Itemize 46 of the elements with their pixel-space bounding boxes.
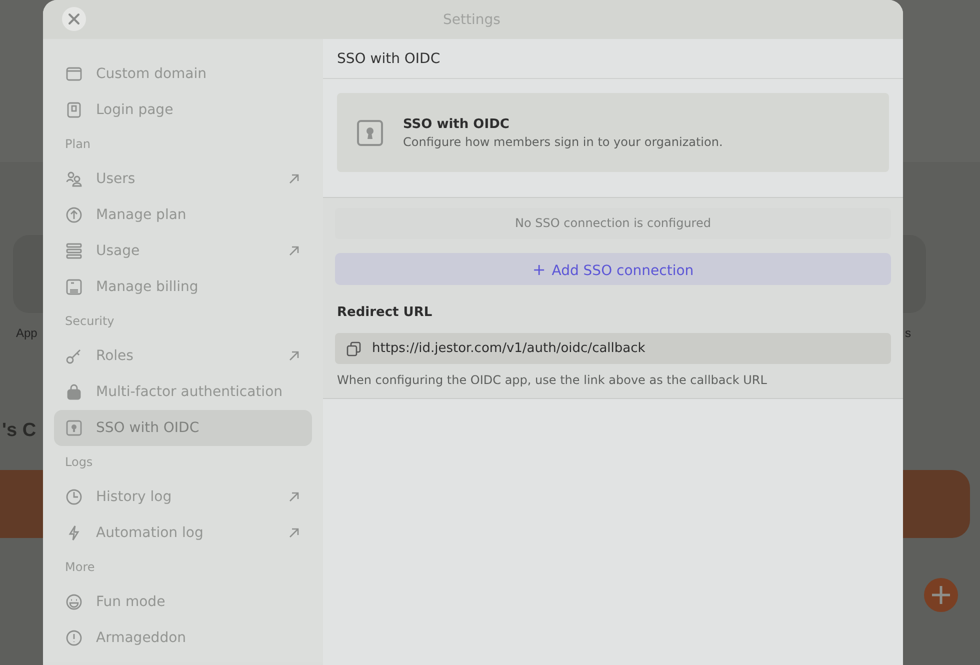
- hint-text: When configuring the OIDC app, use the link above as the callback URL: [336, 373, 768, 387]
- card-title: SSO with OIDC: [403, 116, 510, 132]
- url-text: https://id.jestor.com/v1/auth/oidc/callback: [372, 341, 646, 356]
- add-connection-button[interactable]: + Add SSO connection: [335, 253, 891, 285]
- stacked-bars-icon: [65, 242, 83, 260]
- section-label: Security: [64, 313, 116, 330]
- document-icon: [65, 101, 83, 119]
- lock-icon: [65, 383, 83, 401]
- sidebar-item[interactable]: Armageddon: [54, 620, 312, 656]
- close-button[interactable]: [62, 7, 86, 31]
- sidebar-item[interactable]: Multi-factor authentication: [54, 374, 312, 410]
- key-icon: [65, 347, 83, 365]
- sidebar-item[interactable]: Fun mode: [54, 584, 312, 620]
- section-label: Plan: [64, 136, 92, 153]
- sidebar-item[interactable]: Login page: [54, 92, 312, 128]
- up-arrow-circle-icon: [65, 206, 83, 224]
- card-description: Configure how members sign in to your organization.: [403, 134, 723, 148]
- sidebar-item[interactable]: Custom domain: [54, 56, 312, 92]
- browser-icon: [65, 65, 83, 83]
- sidebar-item[interactable]: Users: [54, 161, 312, 197]
- exclamation-circle-icon: [65, 629, 83, 647]
- field-label: Redirect URL: [336, 305, 434, 320]
- people-icon: [65, 170, 83, 188]
- sidebar-item[interactable]: SSO with OIDC: [54, 410, 312, 446]
- section-label: Logs: [64, 454, 94, 471]
- sidebar-item[interactable]: Automation log: [54, 515, 312, 551]
- section-label: More: [64, 559, 96, 576]
- copy-icon[interactable]: [346, 340, 362, 356]
- close-icon: [68, 13, 80, 25]
- smiley-icon: [65, 593, 83, 611]
- tile-label: s: [905, 326, 911, 340]
- app-tile[interactable]: [13, 235, 43, 313]
- panel-title: SSO with OIDC: [323, 39, 903, 79]
- sidebar-item[interactable]: Usage: [54, 233, 312, 269]
- keyhole-icon: [356, 118, 384, 146]
- sidebar-item[interactable]: Manage plan: [54, 197, 312, 233]
- sidebar-item[interactable]: History log: [54, 479, 312, 515]
- sidebar-item[interactable]: Manage billing: [54, 269, 312, 305]
- clock-icon: [65, 488, 83, 506]
- receipt-icon: [65, 278, 83, 296]
- app-tile[interactable]: [903, 235, 926, 313]
- sidebar-item[interactable]: Roles: [54, 338, 312, 374]
- url-field[interactable]: https://id.jestor.com/v1/auth/oidc/callback: [335, 333, 891, 364]
- keyhole-icon: [65, 419, 83, 437]
- add-icon[interactable]: [924, 578, 958, 612]
- tile-label: App: [16, 326, 38, 340]
